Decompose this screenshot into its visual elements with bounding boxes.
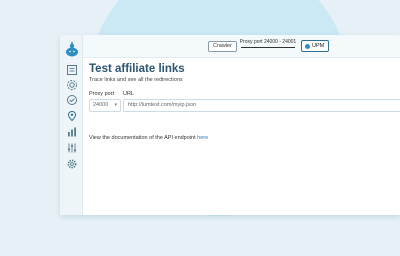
- content-panel: Test affiliate links Trace links and see…: [83, 58, 400, 215]
- status-text: Proxy port 24000 - 24001: [239, 39, 297, 45]
- upm-label: UPM: [312, 43, 325, 49]
- page-subtitle: Trace links and see all the redirections: [89, 77, 183, 83]
- upm-status-dot-icon: [305, 43, 310, 49]
- status-connector: [241, 47, 295, 48]
- app-window: Crawler Proxy port 24000 - 24001 UPM Tes…: [60, 35, 400, 215]
- stats-icon[interactable]: [66, 126, 78, 138]
- proxy-port-label: Proxy port: [89, 91, 115, 97]
- top-bar: Crawler Proxy port 24000 - 24001 UPM: [83, 35, 400, 58]
- proxy-settings-icon[interactable]: [66, 79, 78, 91]
- check-icon[interactable]: [66, 94, 78, 106]
- documentation-line: View the documentation of the API endpoi…: [89, 135, 208, 141]
- main-area: Crawler Proxy port 24000 - 24001 UPM Tes…: [83, 35, 400, 215]
- proxy-port-value: 24000: [93, 102, 109, 108]
- url-label: URL: [123, 91, 135, 97]
- sidebar: [60, 35, 83, 215]
- documentation-text: View the documentation of the API endpoi…: [89, 135, 196, 141]
- settings-gear-icon[interactable]: [66, 158, 78, 170]
- filters-icon[interactable]: [66, 142, 78, 154]
- upm-badge[interactable]: UPM: [301, 40, 330, 52]
- app-logo-icon: [66, 42, 78, 57]
- chevron-down-icon: ▾: [114, 102, 117, 108]
- proxy-port-status: Proxy port 24000 - 24001: [233, 39, 303, 54]
- page-title: Test affiliate links: [89, 63, 185, 75]
- documentation-link[interactable]: here: [197, 135, 208, 141]
- proxy-port-select[interactable]: 24000 ▾: [89, 99, 121, 112]
- link-tracer-icon[interactable]: [63, 107, 81, 125]
- url-input[interactable]: http://lumtest.com/myip.json: [123, 99, 400, 112]
- overview-icon[interactable]: [66, 64, 78, 76]
